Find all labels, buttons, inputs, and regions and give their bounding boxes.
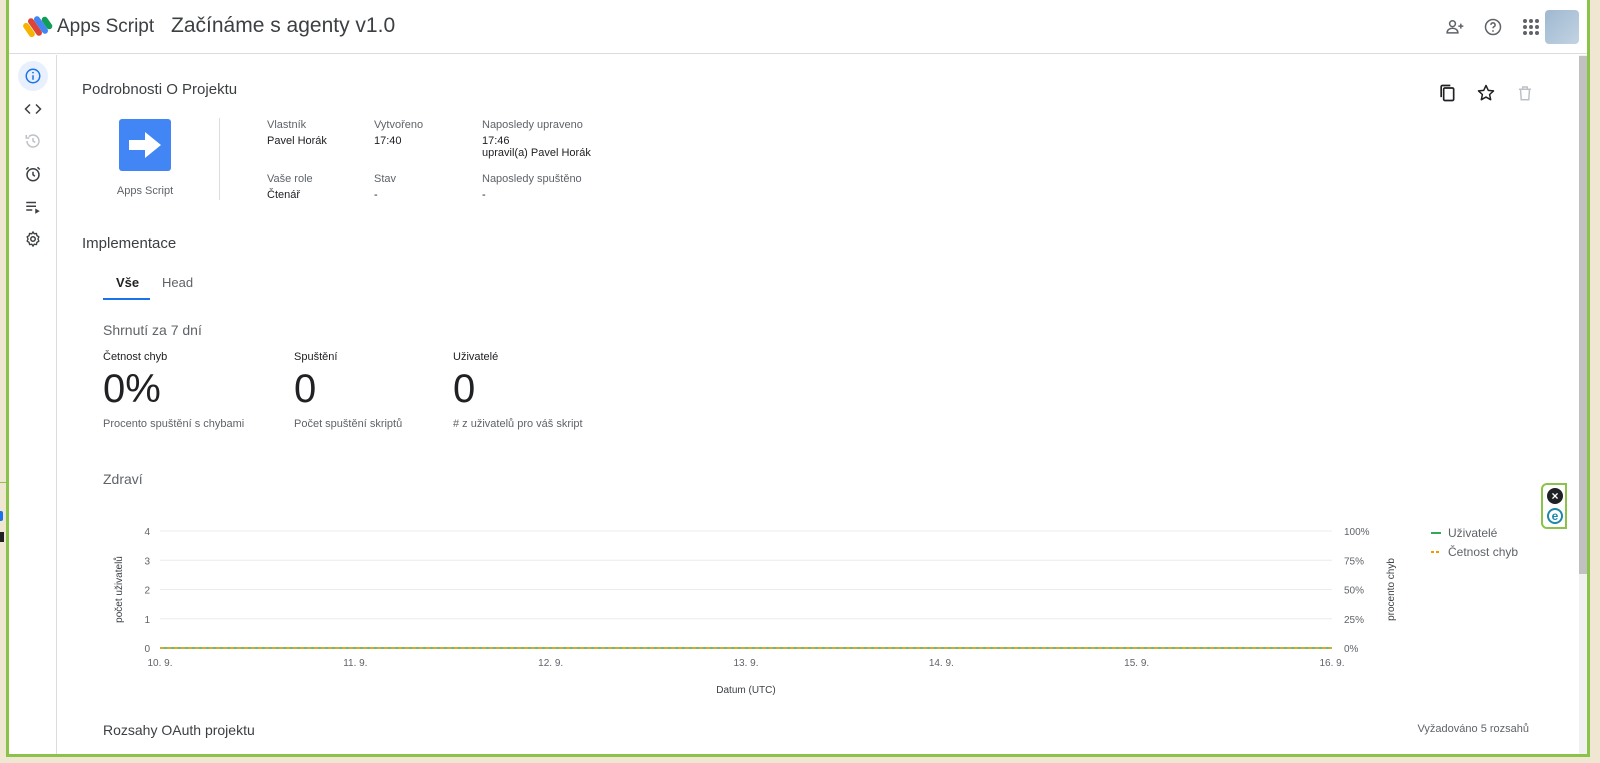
x-tick-label: 16. 9. <box>1319 658 1344 669</box>
y-right-axis-label: procento chyb <box>1386 558 1397 621</box>
modified-label: Naposledy upraveno <box>482 119 583 131</box>
modified-value: 17:46 <box>482 135 510 147</box>
rail-executions-button[interactable] <box>18 192 48 222</box>
modified-by: upravil(a) Pavel Horák <box>482 147 591 159</box>
avatar[interactable] <box>1545 10 1579 44</box>
extension-widget: × e <box>1541 483 1567 529</box>
project-icon-label: Apps Script <box>116 185 174 197</box>
app-name: Apps Script <box>57 16 155 37</box>
status-value: - <box>374 189 378 201</box>
project-title[interactable]: Začínáme s agenty v1.0 <box>171 14 395 38</box>
details-divider <box>219 118 220 200</box>
top-bar: Apps Script Začínáme s agenty v1.0 <box>9 0 1587 54</box>
executions-icon <box>26 201 40 214</box>
alarm-icon <box>25 166 41 182</box>
rail-triggers-button[interactable] <box>18 159 48 189</box>
left-edge-block <box>0 532 4 542</box>
x-tick-label: 14. 9. <box>929 658 954 669</box>
oauth-title[interactable]: Rozsahy OAuth projektu <box>103 722 255 738</box>
x-axis-label: Datum (UTC) <box>716 685 775 696</box>
y-right-tick-label: 50% <box>1344 586 1364 597</box>
desktop-background-strip <box>0 757 1600 763</box>
deployments-title: Implementace <box>82 235 177 252</box>
y-tick-label: 2 <box>144 586 150 597</box>
metric-executions-value: 0 <box>294 367 317 411</box>
y-right-tick-label: 25% <box>1344 615 1364 626</box>
role-label: Vaše role <box>267 173 313 185</box>
summary-title: Shrnutí za 7 dní <box>103 322 202 338</box>
project-icon <box>119 119 171 171</box>
metric-executions-desc: Počet spuštění skriptů <box>294 418 403 430</box>
rail-settings-button[interactable] <box>18 224 48 254</box>
share-user-icon[interactable] <box>1443 15 1467 39</box>
legend-label: Četnost chyb <box>1448 544 1518 559</box>
info-icon <box>25 68 41 84</box>
extension-e-icon[interactable]: e <box>1547 508 1563 524</box>
rail-editor-button[interactable] <box>18 94 48 124</box>
arrow-right-icon <box>129 132 161 158</box>
close-icon[interactable]: × <box>1547 488 1563 504</box>
details-title: Podrobnosti O Projektu <box>82 81 238 98</box>
y-tick-label: 0 <box>144 644 150 655</box>
x-tick-label: 13. 9. <box>733 658 758 669</box>
metric-error-rate-desc: Procento spuštění s chybami <box>103 418 245 430</box>
x-tick-label: 10. 9. <box>147 658 172 669</box>
side-rail <box>9 55 57 754</box>
y-tick-label: 4 <box>144 527 150 538</box>
code-icon <box>24 103 42 115</box>
x-tick-label: 15. 9. <box>1124 658 1149 669</box>
app-window: Apps Script Začínáme s agenty v1.0 Podro… <box>6 0 1590 757</box>
left-edge-marker <box>0 511 3 521</box>
y-right-tick-label: 0% <box>1344 644 1359 655</box>
scrollbar-thumb[interactable] <box>1579 56 1587 574</box>
apps-script-logo-icon[interactable] <box>23 14 53 40</box>
main-content: Podrobnosti O Projektu Apps Script Vlast… <box>58 55 1587 754</box>
gear-icon <box>26 231 40 247</box>
x-tick-label: 12. 9. <box>538 658 563 669</box>
left-edge-line <box>0 482 7 483</box>
x-tick-label: 11. 9. <box>343 658 367 669</box>
owner-label: Vlastník <box>267 119 307 131</box>
last-run-value: - <box>482 189 486 201</box>
history-icon <box>25 134 40 148</box>
trash-icon[interactable] <box>1513 81 1537 105</box>
y-right-tick-label: 75% <box>1344 556 1364 567</box>
metric-users-desc: # z uživatelů pro váš skript <box>453 418 583 430</box>
y-right-tick-label: 100% <box>1344 527 1370 538</box>
rail-overview-button[interactable] <box>18 61 48 91</box>
tab-head[interactable]: Head <box>162 275 193 290</box>
apps-grid-icon[interactable] <box>1519 15 1543 39</box>
help-icon[interactable] <box>1481 15 1505 39</box>
metric-error-rate-value: 0% <box>103 367 161 411</box>
copy-icon[interactable] <box>1435 81 1459 105</box>
health-title: Zdraví <box>103 471 143 487</box>
rail-history-button[interactable] <box>18 126 48 156</box>
active-tab-indicator <box>103 298 150 300</box>
last-run-label: Naposledy spuštěno <box>482 173 582 185</box>
metric-users-label: Uživatelé <box>453 351 499 363</box>
y-tick-label: 1 <box>144 615 150 626</box>
role-value: Čtenář <box>267 189 301 201</box>
owner-value: Pavel Horák <box>267 135 327 147</box>
legend-label: Uživatelé <box>1448 526 1498 540</box>
tab-all[interactable]: Vše <box>116 275 139 290</box>
health-chart: 0 1 2 3 4 0% 25% 50% 75% 100% 10. 9. 11. 9. 12. 9. 13… <box>113 526 1518 696</box>
metric-users-value: 0 <box>453 367 476 411</box>
created-label: Vytvořeno <box>374 119 424 131</box>
y-axis-label: počet uživatelů <box>113 556 125 623</box>
created-value: 17:40 <box>374 135 402 147</box>
metric-error-rate-label: Četnost chyb <box>103 351 168 363</box>
metric-executions-label: Spuštění <box>294 351 338 363</box>
status-label: Stav <box>374 173 397 185</box>
oauth-scope-count: Vyžadováno 5 rozsahů <box>1417 723 1530 735</box>
star-icon[interactable] <box>1474 81 1498 105</box>
y-tick-label: 3 <box>144 556 150 567</box>
